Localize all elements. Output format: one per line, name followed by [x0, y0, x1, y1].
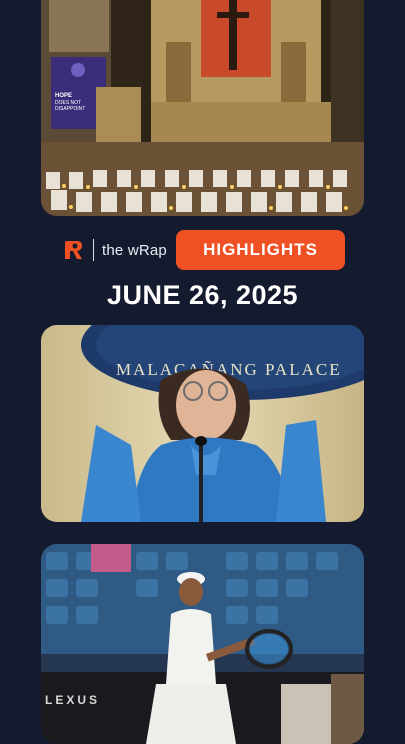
altar-photo: HOPE DOES NOT DISAPPOINT: [41, 0, 364, 216]
brand-row: the wRap: [62, 230, 167, 270]
tennis-photo: LEXUS: [41, 544, 364, 744]
briefing-photo: MALACAÑANG PALACE: [41, 325, 364, 522]
rappler-logo-icon: [62, 239, 84, 261]
story-photo-altar[interactable]: HOPE DOES NOT DISAPPOINT: [41, 0, 364, 216]
banner-line-3: DISAPPOINT: [55, 106, 85, 112]
story-photo-tennis[interactable]: LEXUS: [41, 544, 364, 744]
brand-label: the wRap: [102, 241, 167, 259]
page-date: JUNE 26, 2025: [106, 280, 299, 310]
banner-line-1: HOPE: [55, 93, 72, 99]
story-photo-briefing[interactable]: MALACAÑANG PALACE: [41, 325, 364, 522]
brand-divider: [93, 239, 94, 261]
ad-board-text: LEXUS: [45, 693, 100, 707]
highlights-badge: HIGHLIGHTS: [176, 230, 345, 270]
